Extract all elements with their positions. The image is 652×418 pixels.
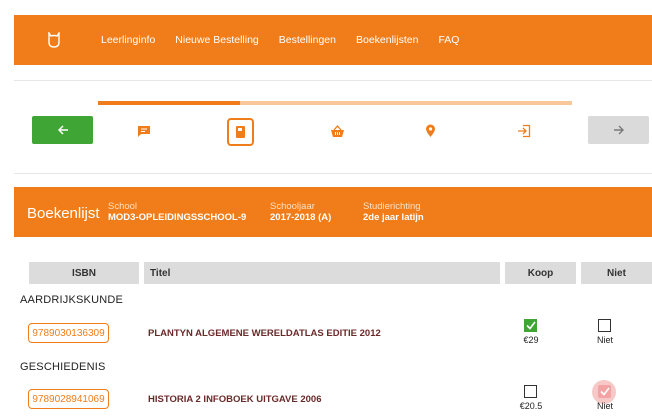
- book-title: PLANTYN ALGEMENE WERELDATLAS EDITIE 2012: [148, 328, 381, 339]
- price-label: €29: [523, 335, 539, 345]
- next-button[interactable]: [588, 116, 649, 144]
- column-header-koop: Koop: [505, 262, 576, 284]
- koop-checkbox[interactable]: [524, 319, 537, 332]
- top-nav: Leerlinginfo Nieuwe Bestelling Bestellin…: [14, 15, 652, 65]
- book-title: HISTORIA 2 INFOBOEK UITGAVE 2006: [148, 394, 322, 405]
- section-heading-aardrijkskunde: AARDRIJKSKUNDE: [20, 294, 124, 306]
- niet-label: Niet: [596, 401, 613, 411]
- isbn-link[interactable]: 9789028941069: [28, 389, 109, 409]
- niet-checkbox[interactable]: [598, 385, 611, 398]
- step-login[interactable]: [512, 119, 536, 143]
- arrow-left-icon: [57, 125, 68, 135]
- school-label: School: [108, 201, 138, 212]
- step-location[interactable]: [418, 119, 442, 143]
- nav-link-nieuwe-bestelling[interactable]: Nieuwe Bestelling: [175, 34, 258, 46]
- message-icon: [138, 125, 150, 137]
- step-book[interactable]: [227, 118, 254, 146]
- koop-checkbox[interactable]: [524, 385, 537, 398]
- direction-value: 2de jaar latijn: [363, 212, 424, 223]
- direction-label: Studierichting: [363, 201, 421, 212]
- nav-link-faq[interactable]: FAQ: [438, 34, 459, 46]
- step-message[interactable]: [132, 119, 156, 143]
- arrow-right-icon: [613, 125, 624, 135]
- isbn-link[interactable]: 9789030136309: [28, 323, 109, 343]
- direction-field: Studierichting 2de jaar latijn: [363, 201, 424, 224]
- column-header-titel: Titel: [144, 262, 500, 284]
- nav-link-leerlinginfo[interactable]: Leerlinginfo: [101, 34, 155, 46]
- location-pin-icon: [425, 124, 435, 137]
- schoolyear-value: 2017-2018 (A): [270, 212, 332, 223]
- step-basket[interactable]: [325, 119, 349, 143]
- progress-track: [98, 101, 572, 105]
- basket-icon: [330, 124, 344, 137]
- booklist-header: Boekenlijst School MOD3-OPLEIDINGSSCHOOL…: [14, 187, 652, 237]
- checkmark-icon: [599, 387, 610, 396]
- nav-link-boekenlijsten[interactable]: Boekenlijsten: [356, 34, 418, 46]
- schoolyear-field: Schooljaar 2017-2018 (A): [270, 201, 331, 224]
- niet-checkbox[interactable]: [598, 319, 611, 332]
- checkmark-icon: [525, 321, 536, 330]
- school-value: MOD3-OPLEIDINGSSCHOOL-9: [108, 212, 247, 223]
- schoolyear-label: Schooljaar: [270, 201, 315, 212]
- order-stepper: [14, 80, 652, 174]
- school-field: School MOD3-OPLEIDINGSSCHOOL-9: [108, 201, 246, 224]
- back-button[interactable]: [32, 116, 93, 144]
- owl-logo-icon[interactable]: [47, 32, 61, 48]
- section-heading-geschiedenis: GESCHIEDENIS: [20, 361, 106, 373]
- book-icon: [236, 126, 245, 138]
- column-header-niet: Niet: [581, 262, 652, 284]
- niet-label: Niet: [596, 335, 613, 345]
- column-header-isbn: ISBN: [29, 262, 139, 284]
- progress-fill: [98, 101, 241, 105]
- nav-link-bestellingen[interactable]: Bestellingen: [279, 34, 336, 46]
- booklist-title: Boekenlijst: [27, 205, 100, 222]
- app-frame: Leerlinginfo Nieuwe Bestelling Bestellin…: [0, 0, 652, 418]
- login-icon: [518, 124, 531, 138]
- price-label: €20.5: [519, 401, 543, 411]
